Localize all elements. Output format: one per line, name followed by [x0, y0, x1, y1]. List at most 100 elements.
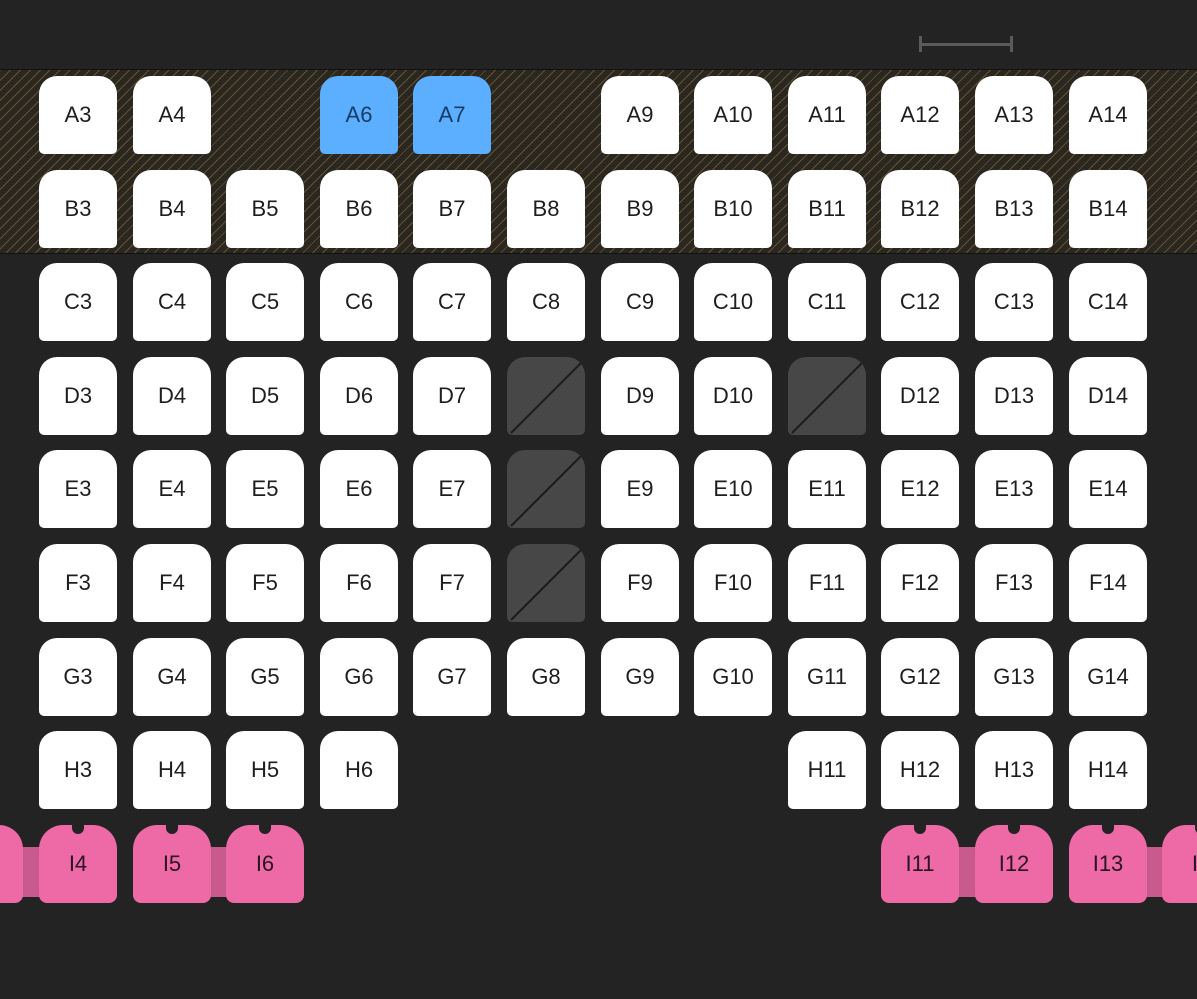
seat-label: E6 [345, 476, 373, 501]
seat-e11[interactable]: E11 [788, 450, 866, 528]
seat-label: E11 [808, 476, 846, 501]
seat-f9[interactable]: F9 [601, 544, 679, 622]
seat-h3[interactable]: H3 [39, 731, 117, 809]
seat-f11[interactable]: F11 [788, 544, 866, 622]
seat-c13[interactable]: C13 [975, 263, 1053, 341]
seat-g5[interactable]: G5 [226, 638, 304, 716]
seat-i6[interactable]: I6 [226, 824, 304, 903]
seat-g13[interactable]: G13 [975, 638, 1053, 716]
seat-f4[interactable]: F4 [133, 544, 211, 622]
seat-b8[interactable]: B8 [507, 170, 585, 248]
seat-i4[interactable]: I4 [39, 824, 117, 903]
seat-c12[interactable]: C12 [881, 263, 959, 341]
seat-h13[interactable]: H13 [975, 731, 1053, 809]
seat-c14[interactable]: C14 [1069, 263, 1147, 341]
seat-b7[interactable]: B7 [413, 170, 491, 248]
seat-a4[interactable]: A4 [133, 76, 211, 154]
seat-f13[interactable]: F13 [975, 544, 1053, 622]
seat-c6[interactable]: C6 [320, 263, 398, 341]
seat-d7[interactable]: D7 [413, 357, 491, 435]
seat-g10[interactable]: G10 [694, 638, 772, 716]
seat-h6[interactable]: H6 [320, 731, 398, 809]
seat-a10[interactable]: A10 [694, 76, 772, 154]
seat-g12[interactable]: G12 [881, 638, 959, 716]
seat-b11[interactable]: B11 [788, 170, 866, 248]
seat-c10[interactable]: C10 [694, 263, 772, 341]
seat-b6[interactable]: B6 [320, 170, 398, 248]
seat-e10[interactable]: E10 [694, 450, 772, 528]
seat-b12[interactable]: B12 [881, 170, 959, 248]
seat-i2-couple[interactable] [0, 825, 23, 903]
seat-f7[interactable]: F7 [413, 544, 491, 622]
seat-c11[interactable]: C11 [788, 263, 866, 341]
seat-f12[interactable]: F12 [881, 544, 959, 622]
seat-g9[interactable]: G9 [601, 638, 679, 716]
seat-d13[interactable]: D13 [975, 357, 1053, 435]
seat-g3[interactable]: G3 [39, 638, 117, 716]
seat-label: A9 [626, 102, 654, 127]
seat-c4[interactable]: C4 [133, 263, 211, 341]
seat-d9[interactable]: D9 [601, 357, 679, 435]
seat-g8[interactable]: G8 [507, 638, 585, 716]
seat-g14[interactable]: G14 [1069, 638, 1147, 716]
seat-g4[interactable]: G4 [133, 638, 211, 716]
seat-b9[interactable]: B9 [601, 170, 679, 248]
seat-e13[interactable]: E13 [975, 450, 1053, 528]
seat-i12[interactable]: I12 [975, 824, 1053, 903]
seat-d10[interactable]: D10 [694, 357, 772, 435]
seat-e7[interactable]: E7 [413, 450, 491, 528]
seat-h5[interactable]: H5 [226, 731, 304, 809]
seat-i1[interactable]: I1 [1162, 824, 1197, 903]
seat-f14[interactable]: F14 [1069, 544, 1147, 622]
seat-i13[interactable]: I13 [1069, 824, 1147, 903]
seat-a3[interactable]: A3 [39, 76, 117, 154]
seat-e12[interactable]: E12 [881, 450, 959, 528]
seat-d14[interactable]: D14 [1069, 357, 1147, 435]
seat-a12[interactable]: A12 [881, 76, 959, 154]
seat-b14[interactable]: B14 [1069, 170, 1147, 248]
seat-b10[interactable]: B10 [694, 170, 772, 248]
seat-c8[interactable]: C8 [507, 263, 585, 341]
seat-c9[interactable]: C9 [601, 263, 679, 341]
seat-h14[interactable]: H14 [1069, 731, 1147, 809]
seat-c3[interactable]: C3 [39, 263, 117, 341]
seat-d4[interactable]: D4 [133, 357, 211, 435]
seat-h11[interactable]: H11 [788, 731, 866, 809]
seat-a7[interactable]: A7 [413, 76, 491, 154]
seat-d3[interactable]: D3 [39, 357, 117, 435]
seat-e9[interactable]: E9 [601, 450, 679, 528]
seat-e5[interactable]: E5 [226, 450, 304, 528]
seat-a6[interactable]: A6 [320, 76, 398, 154]
seat-a11[interactable]: A11 [788, 76, 866, 154]
seat-a13[interactable]: A13 [975, 76, 1053, 154]
seat-c5[interactable]: C5 [226, 263, 304, 341]
seat-e14[interactable]: E14 [1069, 450, 1147, 528]
seat-h12[interactable]: H12 [881, 731, 959, 809]
seat-b4[interactable]: B4 [133, 170, 211, 248]
seat-f6[interactable]: F6 [320, 544, 398, 622]
seat-a9[interactable]: A9 [601, 76, 679, 154]
seat-c7[interactable]: C7 [413, 263, 491, 341]
seat-e6[interactable]: E6 [320, 450, 398, 528]
seat-g11[interactable]: G11 [788, 638, 866, 716]
scroll-indicator[interactable] [919, 36, 1013, 52]
seat-h4[interactable]: H4 [133, 731, 211, 809]
seat-f3[interactable]: F3 [39, 544, 117, 622]
seat-b3[interactable]: B3 [39, 170, 117, 248]
seat-f10[interactable]: F10 [694, 544, 772, 622]
seat-i11[interactable]: I11 [881, 824, 959, 903]
seat-label: B14 [1088, 196, 1128, 221]
seat-i5[interactable]: I5 [133, 824, 211, 903]
seat-g6[interactable]: G6 [320, 638, 398, 716]
seat-e3[interactable]: E3 [39, 450, 117, 528]
seat-b5[interactable]: B5 [226, 170, 304, 248]
seat-f5[interactable]: F5 [226, 544, 304, 622]
seat-label: G7 [437, 664, 467, 689]
seat-a14[interactable]: A14 [1069, 76, 1147, 154]
seat-d5[interactable]: D5 [226, 357, 304, 435]
seat-e4[interactable]: E4 [133, 450, 211, 528]
seat-b13[interactable]: B13 [975, 170, 1053, 248]
seat-d6[interactable]: D6 [320, 357, 398, 435]
seat-g7[interactable]: G7 [413, 638, 491, 716]
seat-d12[interactable]: D12 [881, 357, 959, 435]
